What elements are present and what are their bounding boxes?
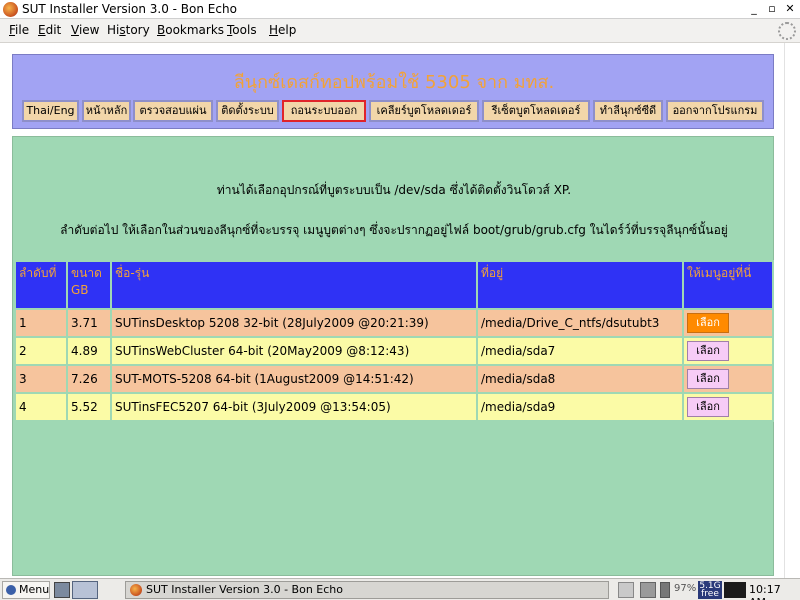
cpu-graph bbox=[724, 582, 746, 598]
menubar: File Edit View History Bookmarks Tools H… bbox=[0, 19, 800, 43]
nav-reset-bootloader-button[interactable]: รีเซ็ตบูตโหลดเดอร์ bbox=[482, 100, 590, 122]
menu-tools[interactable]: Tools bbox=[227, 23, 257, 37]
nav-thai-eng-button[interactable]: Thai/Eng bbox=[22, 100, 79, 122]
firefox-icon bbox=[3, 2, 18, 17]
table-row: 3 7.26 SUT-MOTS-5208 64-bit (1August2009… bbox=[16, 366, 772, 392]
nav-check-disc-button[interactable]: ตรวจสอบแผ่น bbox=[133, 100, 213, 122]
cell-name: SUTinsDesktop 5208 32-bit (28July2009 @2… bbox=[112, 310, 476, 336]
cell-select: เลือก bbox=[684, 310, 772, 336]
throbber-icon bbox=[778, 22, 796, 40]
table-row: 4 5.52 SUTinsFEC5207 64-bit (3July2009 @… bbox=[16, 394, 772, 420]
cell-size: 4.89 bbox=[68, 338, 110, 364]
cell-path: /media/sda8 bbox=[478, 366, 682, 392]
device-message: ท่านได้เลือกอุปกรณ์ที่บูตระบบเป็น /dev/s… bbox=[216, 183, 572, 197]
cell-path: /media/Drive_C_ntfs/dsutubt3 bbox=[478, 310, 682, 336]
nav-install-button[interactable]: ติดตั้งระบบ bbox=[216, 100, 279, 122]
cell-select: เลือก bbox=[684, 338, 772, 364]
col-header-no: ลำดับที่ bbox=[16, 262, 66, 308]
instruction-message: ลำดับต่อไป ให้เลือกในส่วนของลีนุกซ์ที่จะ… bbox=[60, 223, 728, 237]
col-header-path: ที่อยู่ bbox=[478, 262, 682, 308]
cell-size: 3.71 bbox=[68, 310, 110, 336]
menu-file[interactable]: File bbox=[9, 23, 29, 37]
nav-clear-bootloader-button[interactable]: เคลียร์บูตโหลดเดอร์ bbox=[369, 100, 479, 122]
cell-select: เลือก bbox=[684, 394, 772, 420]
desktop-pager[interactable] bbox=[72, 581, 98, 599]
computer-icon[interactable] bbox=[640, 582, 656, 598]
menu-edit[interactable]: Edit bbox=[38, 23, 61, 37]
col-header-size: ขนาด GB bbox=[68, 262, 110, 308]
menu-icon bbox=[6, 585, 16, 595]
col-header-name: ชื่อ-รุ่น bbox=[112, 262, 476, 308]
taskbar-window-button[interactable]: SUT Installer Version 3.0 - Bon Echo bbox=[125, 581, 609, 599]
menu-help[interactable]: Help bbox=[269, 23, 296, 37]
start-menu-label: Menu bbox=[19, 583, 50, 596]
table-row: 1 3.71 SUTinsDesktop 5208 32-bit (28July… bbox=[16, 310, 772, 336]
table-row: 2 4.89 SUTinsWebCluster 64-bit (20May200… bbox=[16, 338, 772, 364]
battery-percent: 97% bbox=[674, 583, 697, 594]
window-title: SUT Installer Version 3.0 - Bon Echo bbox=[22, 2, 237, 16]
nav-uninstall-button[interactable]: ถอนระบบออก bbox=[282, 100, 366, 122]
close-button[interactable]: ✕ bbox=[782, 2, 798, 17]
nav-exit-button[interactable]: ออกจากโปรแกรม bbox=[666, 100, 764, 122]
cell-no: 3 bbox=[16, 366, 66, 392]
menu-history[interactable]: History bbox=[107, 23, 150, 37]
vertical-scrollbar[interactable] bbox=[784, 43, 800, 578]
cell-name: SUT-MOTS-5208 64-bit (1August2009 @14:51… bbox=[112, 366, 476, 392]
select-button[interactable]: เลือก bbox=[687, 313, 729, 333]
terminal-icon[interactable] bbox=[54, 582, 70, 598]
taskbar: Menu SUT Installer Version 3.0 - Bon Ech… bbox=[0, 578, 800, 600]
cell-name: SUTinsFEC5207 64-bit (3July2009 @13:54:0… bbox=[112, 394, 476, 420]
table-header-row: ลำดับที่ ขนาด GB ชื่อ-รุ่น ที่อยู่ ให้เม… bbox=[16, 262, 772, 308]
taskbar-window-title: SUT Installer Version 3.0 - Bon Echo bbox=[146, 583, 343, 596]
firefox-icon bbox=[130, 584, 142, 596]
cell-size: 5.52 bbox=[68, 394, 110, 420]
network-icon[interactable] bbox=[618, 582, 634, 598]
nav-make-cd-button[interactable]: ทำลีนุกซ์ซีดี bbox=[593, 100, 663, 122]
menu-bookmarks[interactable]: Bookmarks bbox=[157, 23, 224, 37]
maximize-button[interactable]: ▫ bbox=[764, 2, 780, 17]
page-title: ลีนุกซ์เดสก์ทอปพร้อมใช้ 5305 จาก มทส. bbox=[233, 72, 555, 93]
cell-select: เลือก bbox=[684, 366, 772, 392]
menu-view[interactable]: View bbox=[71, 23, 99, 37]
memory-label: free bbox=[701, 589, 719, 599]
cell-no: 2 bbox=[16, 338, 66, 364]
cell-size: 7.26 bbox=[68, 366, 110, 392]
start-menu-button[interactable]: Menu bbox=[2, 581, 50, 599]
memory-indicator: 5.1G free bbox=[698, 581, 722, 599]
minimize-button[interactable]: _ bbox=[746, 2, 762, 17]
nav-home-button[interactable]: หน้าหลัก bbox=[82, 100, 131, 122]
select-button[interactable]: เลือก bbox=[687, 341, 729, 361]
cell-name: SUTinsWebCluster 64-bit (20May2009 @8:12… bbox=[112, 338, 476, 364]
cell-no: 1 bbox=[16, 310, 66, 336]
cell-no: 4 bbox=[16, 394, 66, 420]
install-table: ลำดับที่ ขนาด GB ชื่อ-รุ่น ที่อยู่ ให้เม… bbox=[14, 260, 774, 422]
col-header-menu: ให้เมนูอยู่ที่นี่ bbox=[684, 262, 772, 308]
cell-path: /media/sda7 bbox=[478, 338, 682, 364]
clock[interactable]: 10:17 AM bbox=[749, 583, 800, 600]
select-button[interactable]: เลือก bbox=[687, 369, 729, 389]
select-button[interactable]: เลือก bbox=[687, 397, 729, 417]
battery-icon bbox=[660, 582, 670, 598]
cell-path: /media/sda9 bbox=[478, 394, 682, 420]
window-titlebar[interactable]: SUT Installer Version 3.0 - Bon Echo _ ▫… bbox=[0, 0, 800, 19]
